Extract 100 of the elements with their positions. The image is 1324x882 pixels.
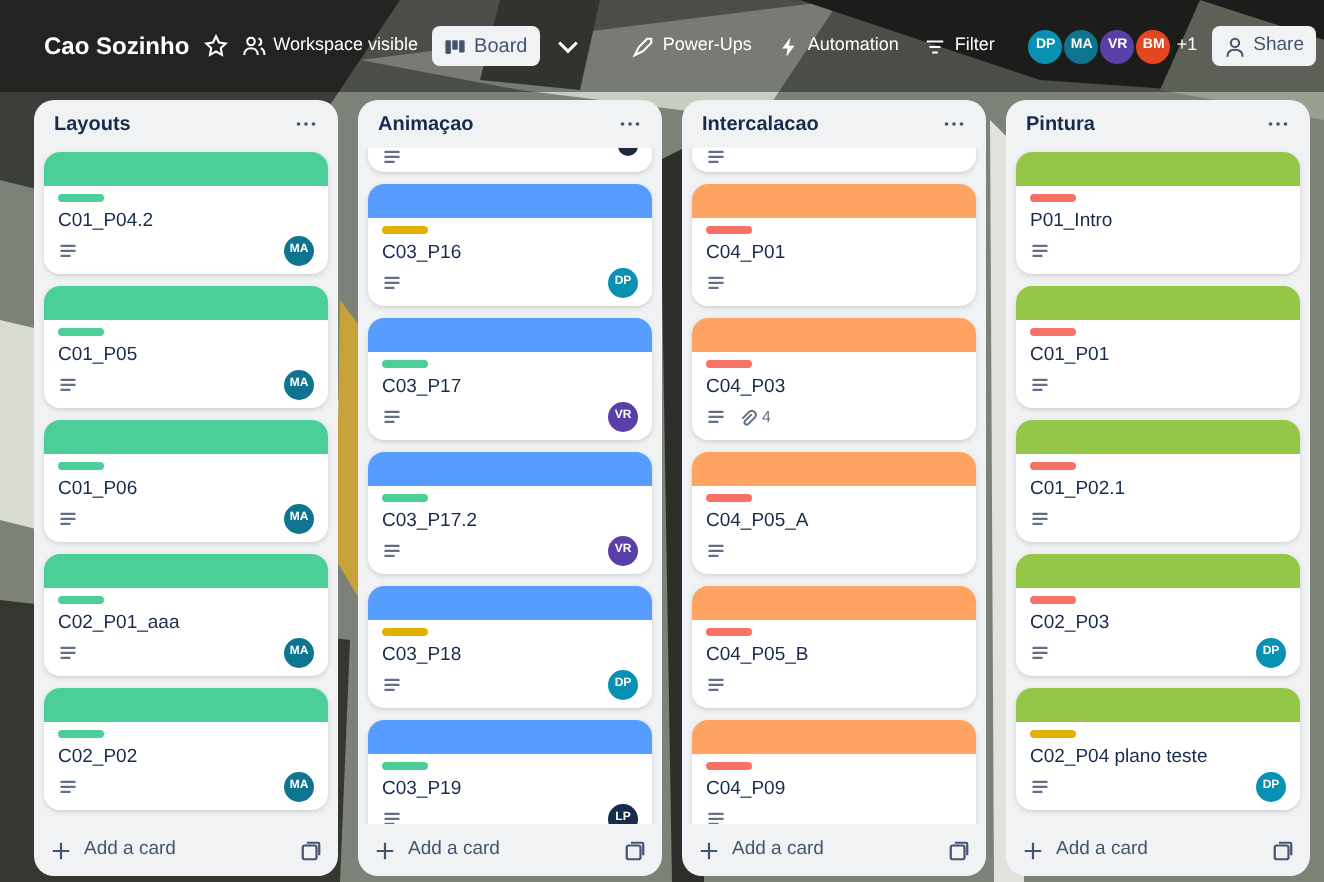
card-label[interactable]	[58, 596, 104, 604]
list-title[interactable]: Intercalacao	[702, 109, 819, 139]
card-label[interactable]	[1030, 194, 1076, 202]
description-icon	[382, 148, 402, 168]
description-icon	[382, 407, 402, 427]
star-icon	[203, 34, 228, 58]
description-icon	[706, 809, 726, 824]
card-title: C03_P16	[382, 242, 464, 266]
toolbar-button[interactable]: Filter	[924, 32, 995, 60]
description-icon	[706, 675, 726, 695]
card-label[interactable]	[1030, 462, 1076, 470]
description-icon	[382, 809, 402, 824]
visibility-button[interactable]: Workspace visible	[241, 32, 419, 60]
card-label[interactable]	[706, 360, 752, 368]
template-icon[interactable]	[1272, 839, 1294, 861]
card-title: C01_P05	[58, 344, 140, 368]
add-card-button[interactable]: Add a card	[698, 835, 824, 865]
list-title[interactable]: Pintura	[1026, 109, 1095, 139]
card-label[interactable]	[1030, 328, 1076, 336]
description-icon	[58, 375, 78, 395]
card-label[interactable]	[706, 762, 752, 770]
card[interactable]: C04_P05_A	[692, 452, 976, 574]
description-icon	[58, 643, 78, 663]
card[interactable]: C04_P05_B	[692, 586, 976, 708]
list-title[interactable]: Animaçao	[378, 109, 474, 139]
card-label[interactable]	[706, 226, 752, 234]
board-icon	[444, 35, 467, 57]
add-card-button[interactable]: Add a card	[374, 835, 500, 865]
toolbar-button[interactable]: Automation	[777, 32, 899, 60]
card-title: C04_P03	[706, 376, 788, 400]
person-icon	[1223, 35, 1246, 57]
description-icon	[1030, 241, 1050, 261]
card-title: C04_P09	[706, 778, 788, 802]
description-icon	[58, 241, 78, 261]
card-label[interactable]	[382, 762, 428, 770]
card-title: C01_P04.2	[58, 210, 156, 234]
filter-icon	[924, 35, 947, 57]
card-title: C03_P17	[382, 376, 464, 400]
board-view-tab[interactable]: Board	[432, 26, 540, 66]
attachment-count: 4	[738, 405, 771, 429]
plus-icon	[698, 839, 720, 861]
card[interactable]	[368, 148, 652, 172]
description-icon	[706, 541, 726, 561]
card[interactable]: C04_P01	[692, 184, 976, 306]
paperclip-icon	[738, 407, 758, 427]
card-label[interactable]	[382, 494, 428, 502]
add-card-button[interactable]: Add a card	[50, 835, 176, 865]
board-title[interactable]: Cao Sozinho	[44, 28, 190, 64]
description-icon	[58, 509, 78, 529]
card-label[interactable]	[706, 494, 752, 502]
description-icon	[1030, 777, 1050, 797]
card[interactable]: C01_P01	[1016, 286, 1300, 408]
card-label[interactable]	[58, 194, 104, 202]
card-title: C01_P01	[1030, 344, 1112, 368]
description-icon	[382, 541, 402, 561]
template-icon[interactable]	[948, 839, 970, 861]
description-icon	[706, 407, 726, 427]
card-label[interactable]	[382, 628, 428, 636]
plus-icon	[374, 839, 396, 861]
description-icon	[382, 273, 402, 293]
plus-icon	[1022, 839, 1044, 861]
card-label[interactable]	[382, 226, 428, 234]
card-title: C03_P19	[382, 778, 464, 802]
card-label[interactable]	[706, 628, 752, 636]
add-card-button[interactable]: Add a card	[1022, 835, 1148, 865]
card-title: P01_Intro	[1030, 210, 1115, 234]
card-title: C02_P03	[1030, 612, 1112, 636]
card-label[interactable]	[58, 730, 104, 738]
card-label[interactable]	[1030, 730, 1076, 738]
card-label[interactable]	[382, 360, 428, 368]
description-icon	[58, 777, 78, 797]
card-title: C04_P05_B	[706, 644, 811, 668]
description-icon	[382, 675, 402, 695]
toolbar-button[interactable]: Power-Ups	[632, 32, 752, 60]
description-icon	[1030, 375, 1050, 395]
description-icon	[1030, 509, 1050, 529]
card[interactable]: C04_P09	[692, 720, 976, 824]
card-title: C04_P05_A	[706, 510, 811, 534]
card-title: C01_P06	[58, 478, 140, 502]
card-title: C03_P17.2	[382, 510, 480, 534]
card-label[interactable]	[58, 462, 104, 470]
card-title: C03_P18	[382, 644, 464, 668]
people-icon	[241, 34, 266, 58]
description-icon	[706, 273, 726, 293]
card[interactable]: C01_P02.1	[1016, 420, 1300, 542]
template-icon[interactable]	[624, 839, 646, 861]
more-members-count[interactable]: +1	[1176, 32, 1198, 60]
share-button[interactable]: Share	[1211, 26, 1316, 66]
card[interactable]: C04_P03 4	[692, 318, 976, 440]
list-title[interactable]: Layouts	[54, 109, 131, 139]
card[interactable]: P01_Intro	[1016, 152, 1300, 274]
card-title: C02_P02	[58, 746, 140, 770]
card-label[interactable]	[58, 328, 104, 336]
card-label[interactable]	[1030, 596, 1076, 604]
plus-icon	[50, 839, 72, 861]
card-title: C02_P04 plano teste	[1030, 746, 1210, 770]
card-title: C02_P01_aaa	[58, 612, 182, 636]
card-title: C01_P02.1	[1030, 478, 1128, 502]
template-icon[interactable]	[300, 839, 322, 861]
card-title: C04_P01	[706, 242, 788, 266]
